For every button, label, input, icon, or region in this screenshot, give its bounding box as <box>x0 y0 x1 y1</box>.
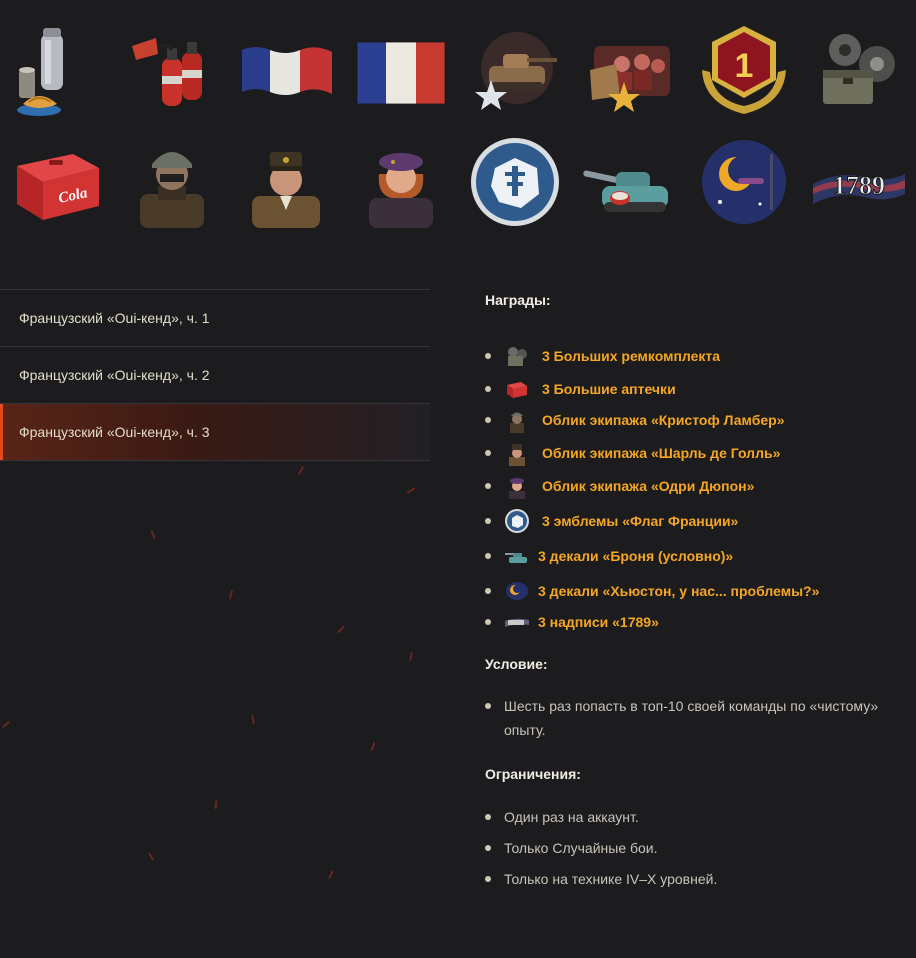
crew-de-gaulle-icon <box>504 440 530 466</box>
restriction-item: Один раз на аккаунт. <box>485 805 895 829</box>
restriction-text: Только на технике IV–X уровней. <box>504 871 718 887</box>
thermos-rations-icon <box>0 18 115 122</box>
bullet-dot <box>485 588 491 594</box>
bullet-dot <box>485 553 491 559</box>
bullet-dot <box>485 518 491 524</box>
icon-row-1: 1 <box>0 18 916 122</box>
restriction-text: Только Случайные бои. <box>504 840 658 856</box>
mission-label: Французский «Oui-кенд», ч. 1 <box>19 310 210 326</box>
fire-extinguisher-icon <box>115 18 230 122</box>
french-flag-icon <box>344 18 459 122</box>
first-aid-kit-icon <box>504 376 530 402</box>
reward-label: 3 декали «Хьюстон, у нас... проблемы?» <box>538 583 820 599</box>
condition-text: Шесть раз попасть в топ-10 своей команды… <box>504 698 879 738</box>
mission-list: Французский «Oui-кенд», ч. 1 Французский… <box>0 289 430 461</box>
crew-lambert-icon <box>504 407 530 433</box>
crew-star-icon <box>573 18 688 122</box>
emblem-flag-icon <box>504 508 530 534</box>
reward-label: 3 Больших ремкомплекта <box>542 348 721 364</box>
bullet-dot <box>485 417 491 423</box>
rewards-list: 3 Больших ремкомплекта 3 Большие аптечки… <box>485 345 895 633</box>
reward-item: Облик экипажа «Одри Дюпон» <box>485 473 895 499</box>
reward-label: Облик экипажа «Кристоф Ламбер» <box>542 412 785 428</box>
reward-label: 3 декали «Броня (условно)» <box>538 548 734 564</box>
restrictions-heading: Ограничения: <box>485 766 581 782</box>
rewards-icon-grid: 1 Cola 1789 <box>0 18 916 242</box>
reward-item: 3 надписи «1789» <box>485 611 895 633</box>
mission-item-part-3[interactable]: Французский «Oui-кенд», ч. 3 <box>0 404 430 461</box>
first-place-medal-icon: 1 <box>687 18 802 122</box>
condition-list: Шесть раз попасть в топ-10 своей команды… <box>485 694 895 742</box>
mission-item-part-1[interactable]: Французский «Oui-кенд», ч. 1 <box>0 290 430 347</box>
restriction-item: Только на технике IV–X уровней. <box>485 867 895 891</box>
de-gaulle-portrait-icon <box>229 130 344 234</box>
repair-kit-icon <box>802 18 916 122</box>
reward-item: Облик экипажа «Кристоф Ламбер» <box>485 407 895 433</box>
bullet-dot <box>485 845 491 851</box>
crew-odri-icon <box>504 473 530 499</box>
rewards-heading: Награды: <box>485 292 551 308</box>
reward-label: 3 эмблемы «Флаг Франции» <box>542 513 739 529</box>
mission-label: Французский «Oui-кенд», ч. 2 <box>19 367 210 383</box>
bullet-dot <box>485 876 491 882</box>
beret-woman-portrait-icon <box>344 130 459 234</box>
reward-item: 3 Больших ремкомплекта <box>485 345 895 367</box>
mission-label: Французский «Oui-кенд», ч. 3 <box>19 424 210 440</box>
mission-item-part-2[interactable]: Французский «Oui-кенд», ч. 2 <box>0 347 430 404</box>
inscription-1789-icon: 1789 <box>802 130 916 234</box>
reward-item: 3 декали «Броня (условно)» <box>485 545 895 567</box>
inscription-text: 1789 <box>833 171 885 200</box>
condition-item: Шесть раз попасть в топ-10 своей команды… <box>485 694 895 742</box>
tank-star-icon <box>458 18 573 122</box>
reward-item: 3 эмблемы «Флаг Франции» <box>485 508 895 534</box>
reward-item: Облик экипажа «Шарль де Голль» <box>485 440 895 466</box>
repair-kit-icon <box>504 343 530 369</box>
condition-heading: Условие: <box>485 656 548 672</box>
bullet-dot <box>485 703 491 709</box>
bullet-dot <box>485 450 491 456</box>
reward-label: Облик экипажа «Шарль де Голль» <box>542 445 781 461</box>
bullet-dot <box>485 619 491 625</box>
inscription-1789-icon <box>504 609 530 635</box>
french-flag-waving-icon <box>229 18 344 122</box>
reward-label: 3 Большие аптечки <box>542 381 676 397</box>
bullet-dot <box>485 814 491 820</box>
helmet-soldier-portrait-icon <box>115 130 230 234</box>
bullet-dot <box>485 483 491 489</box>
icon-row-2: Cola 1789 <box>0 130 916 234</box>
armor-tank-decal-icon <box>573 130 688 234</box>
cola-first-aid-kit-icon: Cola <box>0 130 115 234</box>
reward-label: Облик экипажа «Одри Дюпон» <box>542 478 755 494</box>
armor-decal-icon <box>504 543 530 569</box>
restriction-item: Только Случайные бои. <box>485 836 895 860</box>
reward-item: 3 Большие аптечки <box>485 378 895 400</box>
restriction-text: Один раз на аккаунт. <box>504 809 639 825</box>
reward-label: 3 надписи «1789» <box>538 614 659 630</box>
houston-decal-icon <box>504 578 530 604</box>
reward-item: 3 декали «Хьюстон, у нас... проблемы?» <box>485 580 895 602</box>
houston-moon-decal-icon <box>687 130 802 234</box>
bullet-dot <box>485 386 491 392</box>
restrictions-list: Один раз на аккаунт. Только Случайные бо… <box>485 805 895 891</box>
bullet-dot <box>485 353 491 359</box>
free-france-emblem-icon <box>458 130 573 234</box>
mission-details: Награды: 3 Больших ремкомплекта 3 Больши… <box>485 290 895 891</box>
medal-number-text: 1 <box>735 47 754 85</box>
